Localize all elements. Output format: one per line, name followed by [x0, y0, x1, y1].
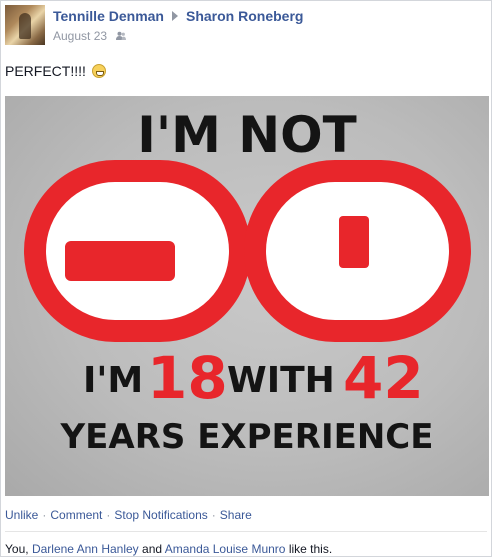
likes-suffix: like this.: [288, 542, 333, 556]
divider: [5, 531, 487, 532]
separator: ·: [211, 508, 216, 522]
shirt-number-18: 18: [147, 344, 228, 412]
post-meta: August 23: [53, 29, 127, 43]
separator: ·: [106, 508, 111, 522]
post-card: Tennille Denman Sharon Roneberg August 23…: [0, 0, 492, 557]
share-link[interactable]: Share: [220, 508, 252, 522]
shirt-text-with: WITH: [227, 360, 335, 401]
likes-summary: You, Darlene Ann Hanley and Amanda Louis…: [5, 542, 332, 556]
six-inner-bar: [65, 241, 175, 281]
likes-and: and: [142, 542, 163, 556]
shirt-number-42: 42: [343, 344, 424, 412]
big-60-graphic: [24, 160, 471, 342]
recipient-name-link[interactable]: Sharon Roneberg: [186, 8, 303, 24]
arrow-right-icon: [171, 11, 178, 22]
post-actions: Unlike · Comment · Stop Notifications · Share: [5, 508, 252, 522]
post-header: Tennille Denman Sharon Roneberg August 23: [5, 5, 487, 45]
zero-inner-slot: [339, 216, 369, 268]
friends-icon[interactable]: [116, 31, 127, 41]
separator: ·: [42, 508, 47, 522]
author-name-link[interactable]: Tennille Denman: [53, 8, 164, 24]
comment-link[interactable]: Comment: [50, 508, 102, 522]
tshirt-graphic: I'M NOT I'M 18 WITH 42 YEARS EXPERIENCE: [24, 106, 471, 457]
grin-emoji-icon: [91, 64, 106, 79]
shirt-text-im: I'M: [83, 360, 143, 401]
post-names: Tennille Denman Sharon Roneberg: [53, 8, 303, 24]
post-date[interactable]: August 23: [53, 29, 107, 43]
shirt-line-im-not: I'M NOT: [137, 106, 357, 164]
post-message-text: PERFECT!!!!: [5, 63, 86, 79]
shirt-line-18-42: I'M 18 WITH 42: [83, 344, 424, 412]
unlike-link[interactable]: Unlike: [5, 508, 38, 522]
liker-link-amanda[interactable]: Amanda Louise Munro: [165, 542, 286, 556]
author-avatar[interactable]: [5, 5, 45, 45]
shirt-line-years-experience: YEARS EXPERIENCE: [60, 417, 434, 457]
likes-you: You,: [5, 542, 29, 556]
liker-link-darlene[interactable]: Darlene Ann Hanley: [32, 542, 139, 556]
post-message: PERFECT!!!!: [5, 63, 106, 79]
stop-notifications-link[interactable]: Stop Notifications: [114, 508, 207, 522]
post-photo[interactable]: I'M NOT I'M 18 WITH 42 YEARS EXPERIENCE: [5, 96, 489, 496]
